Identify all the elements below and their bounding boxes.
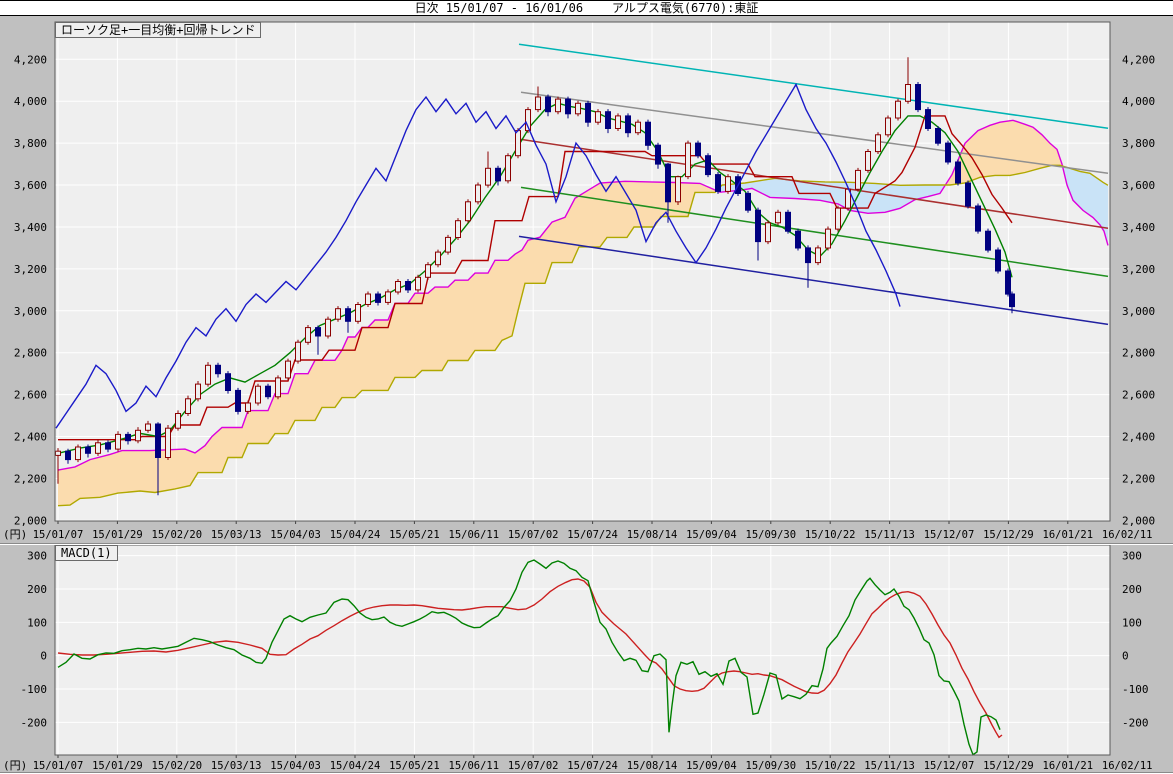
svg-text:15/11/13: 15/11/13 bbox=[864, 529, 915, 541]
svg-text:4,200: 4,200 bbox=[1122, 53, 1155, 66]
svg-text:100: 100 bbox=[27, 616, 47, 629]
svg-text:2,200: 2,200 bbox=[14, 472, 47, 485]
svg-text:3,800: 3,800 bbox=[14, 137, 47, 150]
svg-text:-200: -200 bbox=[21, 716, 48, 729]
svg-text:3,600: 3,600 bbox=[1122, 179, 1155, 192]
svg-text:15/08/14: 15/08/14 bbox=[627, 529, 678, 541]
svg-text:15/09/04: 15/09/04 bbox=[686, 760, 737, 772]
svg-text:3,800: 3,800 bbox=[1122, 137, 1155, 150]
svg-text:15/12/29: 15/12/29 bbox=[983, 760, 1034, 772]
svg-text:15/02/20: 15/02/20 bbox=[152, 529, 203, 541]
svg-text:15/04/03: 15/04/03 bbox=[270, 760, 321, 772]
svg-text:4,000: 4,000 bbox=[1122, 95, 1155, 108]
svg-text:15/11/13: 15/11/13 bbox=[864, 760, 915, 772]
svg-text:15/09/30: 15/09/30 bbox=[746, 760, 797, 772]
svg-text:15/01/29: 15/01/29 bbox=[92, 760, 143, 772]
svg-text:15/03/13: 15/03/13 bbox=[211, 529, 262, 541]
macd-indicator-label: MACD(1) bbox=[55, 545, 118, 561]
svg-text:2,600: 2,600 bbox=[1122, 389, 1155, 402]
svg-text:15/04/03: 15/04/03 bbox=[270, 529, 321, 541]
svg-text:200: 200 bbox=[1122, 583, 1142, 596]
svg-text:15/07/24: 15/07/24 bbox=[567, 529, 618, 541]
price-macd-chart: 4,200 4,200 4,000 4,000 3,800 3,800 3,600 3,600… bbox=[0, 0, 1173, 774]
svg-text:15/01/07: 15/01/07 bbox=[33, 760, 84, 772]
svg-text:2,800: 2,800 bbox=[14, 347, 47, 360]
svg-text:3,000: 3,000 bbox=[1122, 305, 1155, 318]
svg-text:15/12/07: 15/12/07 bbox=[924, 760, 975, 772]
svg-text:15/04/24: 15/04/24 bbox=[330, 760, 381, 772]
svg-text:4,000: 4,000 bbox=[14, 95, 47, 108]
svg-text:3,200: 3,200 bbox=[1122, 263, 1155, 276]
svg-text:16/01/21: 16/01/21 bbox=[1043, 760, 1094, 772]
svg-text:15/07/24: 15/07/24 bbox=[567, 760, 618, 772]
svg-text:4,200: 4,200 bbox=[14, 53, 47, 66]
svg-text:16/01/21: 16/01/21 bbox=[1043, 529, 1094, 541]
svg-text:15/12/07: 15/12/07 bbox=[924, 529, 975, 541]
svg-text:-200: -200 bbox=[1122, 716, 1149, 729]
svg-text:15/10/22: 15/10/22 bbox=[805, 529, 856, 541]
svg-text:2,000: 2,000 bbox=[1122, 514, 1155, 527]
svg-text:0: 0 bbox=[1122, 650, 1129, 663]
svg-text:100: 100 bbox=[1122, 616, 1142, 629]
svg-text:-100: -100 bbox=[21, 683, 48, 696]
svg-text:15/04/24: 15/04/24 bbox=[330, 529, 381, 541]
svg-text:3,000: 3,000 bbox=[14, 305, 47, 318]
svg-text:300: 300 bbox=[1122, 550, 1142, 563]
svg-text:15/06/11: 15/06/11 bbox=[449, 529, 500, 541]
main-chart-mode-label: ローソク足+一目均衡+回帰トレンド bbox=[55, 22, 261, 38]
svg-text:15/05/21: 15/05/21 bbox=[389, 760, 440, 772]
svg-text:15/07/02: 15/07/02 bbox=[508, 529, 559, 541]
svg-text:15/12/29: 15/12/29 bbox=[983, 529, 1034, 541]
svg-text:300: 300 bbox=[27, 550, 47, 563]
svg-text:200: 200 bbox=[27, 583, 47, 596]
svg-text:15/07/02: 15/07/02 bbox=[508, 760, 559, 772]
chart-window: 日次 15/01/07 - 16/01/06 アルプス電気(6770):東証 4… bbox=[0, 0, 1173, 774]
svg-text:(円): (円) bbox=[3, 528, 27, 541]
svg-text:(円): (円) bbox=[3, 759, 27, 772]
svg-text:15/09/04: 15/09/04 bbox=[686, 529, 737, 541]
svg-text:15/05/21: 15/05/21 bbox=[389, 529, 440, 541]
svg-text:2,800: 2,800 bbox=[1122, 347, 1155, 360]
svg-text:15/10/22: 15/10/22 bbox=[805, 760, 856, 772]
svg-text:3,400: 3,400 bbox=[1122, 221, 1155, 234]
svg-text:15/01/07: 15/01/07 bbox=[33, 529, 84, 541]
svg-text:2,000: 2,000 bbox=[14, 514, 47, 527]
svg-text:16/02/11: 16/02/11 bbox=[1102, 760, 1153, 772]
svg-text:16/02/11: 16/02/11 bbox=[1102, 529, 1153, 541]
svg-text:15/02/20: 15/02/20 bbox=[152, 760, 203, 772]
svg-text:15/08/14: 15/08/14 bbox=[627, 760, 678, 772]
svg-text:0: 0 bbox=[40, 650, 47, 663]
svg-text:3,200: 3,200 bbox=[14, 263, 47, 276]
svg-text:15/03/13: 15/03/13 bbox=[211, 760, 262, 772]
svg-text:2,400: 2,400 bbox=[14, 431, 47, 444]
svg-text:2,400: 2,400 bbox=[1122, 431, 1155, 444]
svg-text:15/01/29: 15/01/29 bbox=[92, 529, 143, 541]
svg-text:3,400: 3,400 bbox=[14, 221, 47, 234]
svg-text:-100: -100 bbox=[1122, 683, 1149, 696]
svg-text:15/09/30: 15/09/30 bbox=[746, 529, 797, 541]
svg-text:15/06/11: 15/06/11 bbox=[449, 760, 500, 772]
svg-text:2,600: 2,600 bbox=[14, 389, 47, 402]
svg-text:2,200: 2,200 bbox=[1122, 472, 1155, 485]
svg-text:3,600: 3,600 bbox=[14, 179, 47, 192]
